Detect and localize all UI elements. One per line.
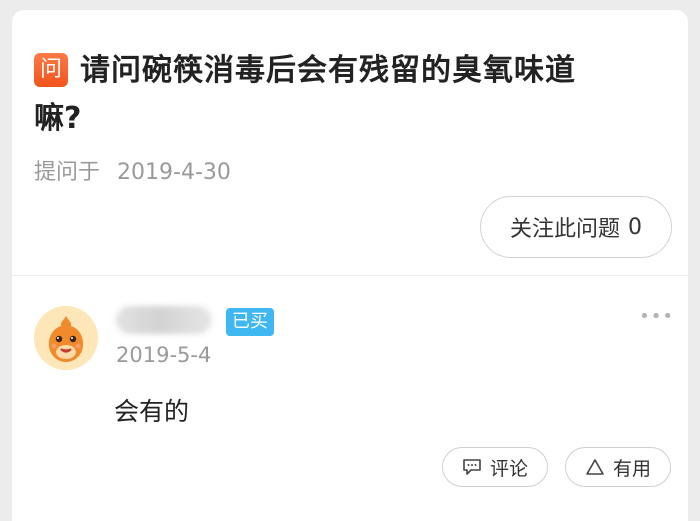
answer-date: 2019-5-4 <box>116 343 212 367</box>
follow-count: 0 <box>628 214 642 240</box>
comment-label: 评论 <box>489 457 528 480</box>
divider <box>12 275 688 276</box>
question-meta: 提问于 2019-4-30 <box>34 154 231 186</box>
question-icon: 问 <box>34 53 68 87</box>
follow-question-button[interactable]: 关注此问题 0 <box>480 196 672 258</box>
question-title-continued: 嘛? <box>34 101 82 136</box>
comment-button[interactable]: 评论 <box>442 447 548 487</box>
user-name-blurred <box>116 306 212 334</box>
qa-card: 问 请问碗筷消毒后会有残留的臭氧味道 嘛? 提问于 2019-4-30 关注此问… <box>12 10 688 521</box>
answer-text: 会有的 <box>114 397 190 426</box>
question-title: 请问碗筷消毒后会有残留的臭氧味道 <box>80 53 576 88</box>
comment-bubble-icon <box>463 459 481 475</box>
useful-button[interactable]: 有用 <box>565 447 671 487</box>
follow-label: 关注此问题 <box>509 217 620 242</box>
asked-date: 2019-4-30 <box>117 160 231 185</box>
useful-label: 有用 <box>612 457 651 480</box>
more-dots-icon[interactable]: ••• <box>639 306 674 327</box>
triangle-up-icon <box>586 459 604 475</box>
avatar[interactable] <box>34 306 98 370</box>
avatar-mascot-icon <box>34 306 98 370</box>
bought-badge: 已买 <box>226 308 274 336</box>
question-header: 问 请问碗筷消毒后会有残留的臭氧味道 嘛? <box>34 47 674 136</box>
asked-label: 提问于 <box>34 160 101 185</box>
